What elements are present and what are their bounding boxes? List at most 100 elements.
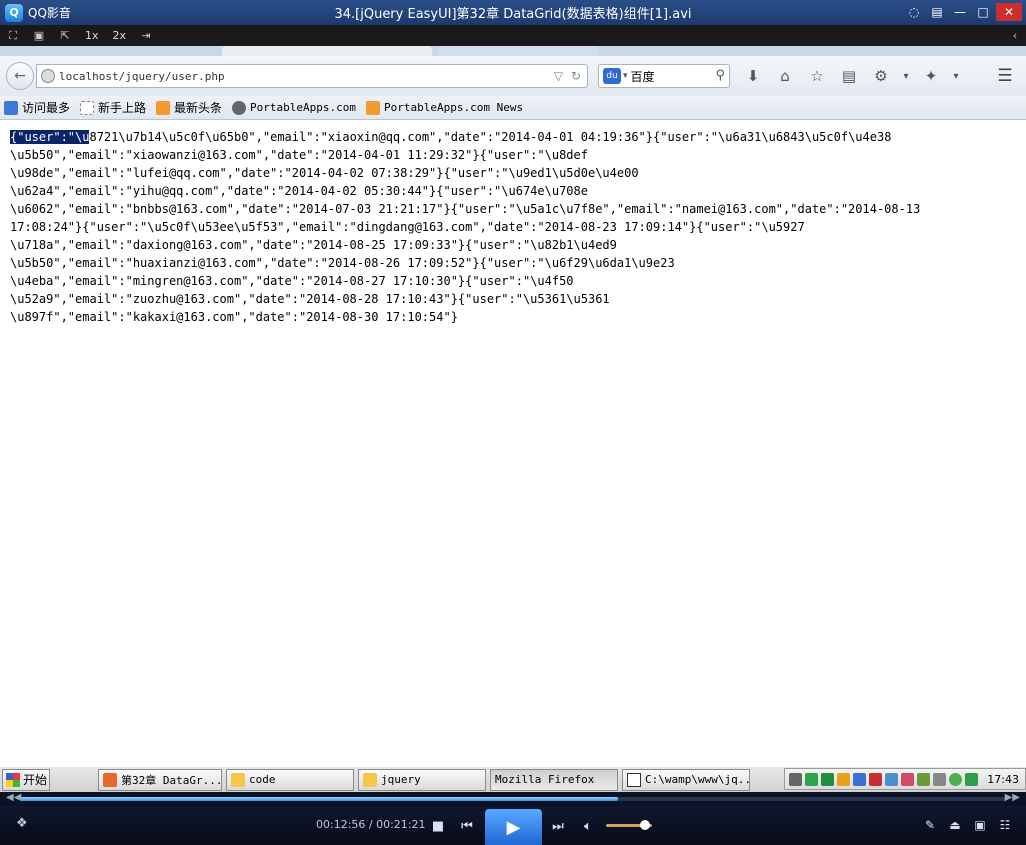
engine-dropdown-icon[interactable]: ▾ <box>623 71 628 81</box>
hamburger-icon[interactable]: ☰ <box>992 64 1018 88</box>
bookmark-portableapps-news[interactable]: PortableApps.com News <box>366 100 523 115</box>
json-line: \u4eba","email":"mingren@163.com","date"… <box>10 274 574 288</box>
folder-icon <box>363 772 377 787</box>
url-text: localhost/jquery/user.php <box>59 69 225 83</box>
window-mode-icon[interactable]: ▣ <box>26 25 52 46</box>
volume-knob[interactable] <box>640 820 651 830</box>
taskbar-item-code[interactable]: code <box>226 768 354 791</box>
tab-strip <box>0 46 1026 56</box>
player-controls: ❖ 00:12:56 / 00:21:21 ■ ⏮ ▶ ⏭ 🔈︎ ✎ ⏏ ▣ ☷ <box>0 806 1026 845</box>
addon-dropdown-icon[interactable]: ▾ <box>900 63 912 89</box>
next-icon[interactable]: ⏭ <box>548 816 568 836</box>
json-line: \u5b50","email":"huaxianzi@163.com","dat… <box>10 256 675 270</box>
taskbar-item-firefox[interactable]: Mozilla Firefox <box>0 768 618 827</box>
chat-icon[interactable]: ◌ <box>904 3 924 21</box>
json-line: \u897f","email":"kakaxi@163.com","date":… <box>10 310 458 324</box>
system-tray: 17:43 <box>784 768 1026 790</box>
reload-icon[interactable]: ↻ <box>571 69 581 83</box>
bookmark-most-visited[interactable]: 访问最多 <box>4 99 70 116</box>
rss-icon <box>156 100 171 115</box>
console-icon <box>627 772 641 787</box>
screenshot-icon[interactable]: ⇱ <box>52 25 78 46</box>
taskbar-item-jquery[interactable]: jquery <box>358 768 486 791</box>
bookmark-latest-headlines[interactable]: 最新头条 <box>156 99 222 116</box>
json-line: 17:08:24"}{"user":"\u5c0f\u53ee\u5f53","… <box>10 220 805 234</box>
back-arrow-icon[interactable]: ← <box>6 62 34 90</box>
eject-icon[interactable]: ⏏ <box>945 815 965 835</box>
qq-penguin-icon[interactable] <box>837 772 851 786</box>
magnifier-icon[interactable]: ⚲ <box>715 68 725 83</box>
fullscreen-icon[interactable]: ⛶ <box>0 25 26 46</box>
seek-bar-area: ◀◀ ▶▶ <box>0 792 1026 806</box>
update-icon[interactable] <box>949 772 963 786</box>
portableapps-icon <box>232 100 247 115</box>
volume-icon[interactable]: 🔈︎ <box>578 816 598 836</box>
download-icon[interactable]: ⬇ <box>740 63 766 89</box>
json-line: \u6062","email":"bnbbs@163.com","date":"… <box>10 202 921 216</box>
seek-track[interactable] <box>20 797 1006 801</box>
bookmark-getting-started[interactable]: 新手上路 <box>80 99 146 116</box>
player-toolbar: ⛶ ▣ ⇱ 1x 2x ⇥ ‹ <box>0 25 1026 46</box>
page-icon <box>80 100 95 115</box>
search-box[interactable]: du ▾ 百度 ⚲ <box>598 64 730 88</box>
dropdown-icon[interactable]: ▽ <box>554 69 563 83</box>
firebug-icon[interactable]: ✦ <box>918 63 944 89</box>
maximize-button[interactable]: □ <box>973 3 993 21</box>
json-line-first: {"user":"\u8721\u7b14\u5c0f\u65b0","emai… <box>10 130 892 144</box>
shield-icon[interactable] <box>869 772 883 786</box>
start-button[interactable]: 开始 <box>2 768 50 791</box>
close-button[interactable]: ✕ <box>996 3 1022 21</box>
player-app-name: QQ影音 <box>28 6 71 20</box>
json-line: \u5b50","email":"xiaowanzi@163.com","dat… <box>10 148 588 162</box>
tray-app-icon[interactable] <box>853 772 867 786</box>
skin-icon[interactable]: ▤ <box>927 3 947 21</box>
windows-flag-icon <box>6 772 20 787</box>
firebug-dropdown-icon[interactable]: ▾ <box>950 63 962 89</box>
playlist-icon[interactable]: ☷ <box>995 815 1015 835</box>
star-icon[interactable]: ☆ <box>804 63 830 89</box>
json-line: \u98de","email":"lufei@qq.com","date":"2… <box>10 166 639 180</box>
seek-forward-icon[interactable]: ▶▶ <box>1005 792 1020 803</box>
keyboard-icon[interactable] <box>789 772 803 786</box>
play-button[interactable]: ▶ <box>485 809 542 845</box>
zoom-1x-button[interactable]: 1x <box>78 29 106 42</box>
tray-app-icon[interactable] <box>917 772 931 786</box>
globe-icon <box>41 69 55 83</box>
tray-app-icon[interactable] <box>821 772 835 786</box>
player-file-title: 34.[jQuery EasyUI]第32章 DataGrid(数据表格)组件[… <box>334 7 692 22</box>
time-display: 00:12:56 / 00:21:21 <box>316 818 426 831</box>
json-line: \u718a","email":"daxiong@163.com","date"… <box>10 238 617 252</box>
stop-icon[interactable]: ■ <box>428 816 448 836</box>
json-line: \u52a9","email":"zuozhu@163.com","date":… <box>10 292 610 306</box>
addon-gear-icon[interactable]: ⚙ <box>868 63 894 89</box>
bookmarks-list-icon[interactable]: ▤ <box>836 63 862 89</box>
url-bar[interactable]: localhost/jquery/user.php ▽ ↻ <box>36 64 588 88</box>
volume-icon[interactable] <box>933 772 947 786</box>
bookmark-portableapps[interactable]: PortableApps.com <box>232 100 356 115</box>
folder-icon <box>231 772 245 787</box>
taskbar-item-ppt[interactable]: 第32章 DataGr... <box>98 768 222 791</box>
player-menu-icon[interactable]: ❖ <box>16 816 28 831</box>
tray-app-icon[interactable] <box>805 772 819 786</box>
taskbar-item-cmd[interactable]: C:\wamp\www\jq... <box>622 768 750 791</box>
network-icon[interactable] <box>885 772 899 786</box>
tab-inactive[interactable] <box>438 46 598 56</box>
pin-icon[interactable]: ⇥ <box>133 25 159 46</box>
baidu-engine-icon[interactable]: du <box>603 68 621 84</box>
zoom-2x-button[interactable]: 2x <box>106 29 134 42</box>
json-line: \u62a4","email":"yihu@qq.com","date":"20… <box>10 184 588 198</box>
firefox-window: ← localhost/jquery/user.php ▽ ↻ du ▾ 百度 … <box>0 46 1026 766</box>
tray-app-icon[interactable] <box>901 772 915 786</box>
windows-taskbar: 开始 第32章 DataGr... code jquery Mozilla Fi… <box>0 766 1026 827</box>
aspect-ratio-icon[interactable]: ▣ <box>970 815 990 835</box>
page-content[interactable]: {"user":"\u8721\u7b14\u5c0f\u65b0","emai… <box>0 120 1026 766</box>
bookmark-folder-icon <box>4 100 18 115</box>
rss-icon <box>366 100 381 115</box>
collapse-toolbar-icon[interactable]: ‹ <box>1006 25 1024 46</box>
previous-icon[interactable]: ⏮ <box>457 816 477 836</box>
minimize-button[interactable]: — <box>950 3 970 21</box>
tools-icon[interactable]: ✎ <box>920 815 940 835</box>
home-icon[interactable]: ⌂ <box>772 63 798 89</box>
tab-active[interactable] <box>222 46 432 56</box>
security-shield-icon[interactable] <box>965 772 979 786</box>
